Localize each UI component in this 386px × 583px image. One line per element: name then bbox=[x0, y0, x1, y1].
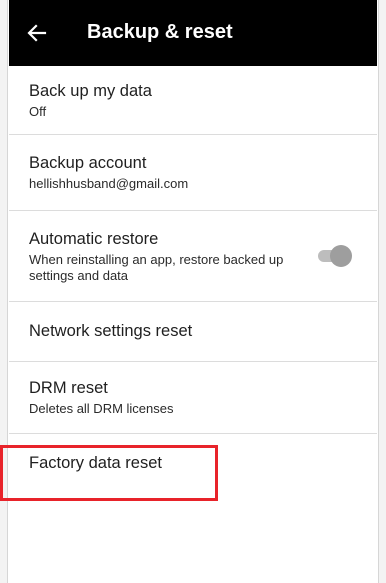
item-summary: hellishhusband@gmail.com bbox=[29, 176, 189, 191]
network-settings-reset-item[interactable]: Network settings reset bbox=[9, 302, 377, 362]
app-bar: Backup & reset bbox=[9, 0, 377, 66]
toggle-thumb bbox=[330, 245, 352, 267]
item-summary: When reinstalling an app, restore backed… bbox=[29, 251, 284, 283]
item-title: Factory data reset bbox=[29, 453, 162, 472]
page-title: Backup & reset bbox=[87, 20, 233, 43]
automatic-restore-item[interactable]: Automatic restore When reinstalling an a… bbox=[9, 211, 377, 302]
item-summary: Deletes all DRM licenses bbox=[29, 401, 174, 416]
item-summary: Off bbox=[29, 103, 47, 119]
back-up-my-data-item[interactable]: Back up my data Off bbox=[9, 66, 377, 135]
item-title: Backup account bbox=[29, 154, 147, 172]
item-title: Network settings reset bbox=[29, 322, 193, 340]
device-frame-left bbox=[0, 0, 8, 583]
item-title: Back up my data bbox=[29, 81, 152, 100]
back-button[interactable] bbox=[9, 0, 65, 66]
factory-data-reset-item[interactable]: Factory data reset bbox=[9, 434, 377, 492]
backup-account-item[interactable]: Backup account hellishhusband@gmail.com bbox=[9, 135, 377, 211]
automatic-restore-toggle[interactable] bbox=[318, 244, 352, 268]
device-frame-right bbox=[378, 0, 386, 583]
drm-reset-item[interactable]: DRM reset Deletes all DRM licenses bbox=[9, 362, 377, 434]
settings-screen: Backup & reset Back up my data Off Backu… bbox=[0, 0, 377, 583]
item-title: DRM reset bbox=[29, 379, 108, 397]
arrow-back-icon bbox=[27, 24, 47, 42]
settings-list: Back up my data Off Backup account helli… bbox=[9, 66, 377, 492]
